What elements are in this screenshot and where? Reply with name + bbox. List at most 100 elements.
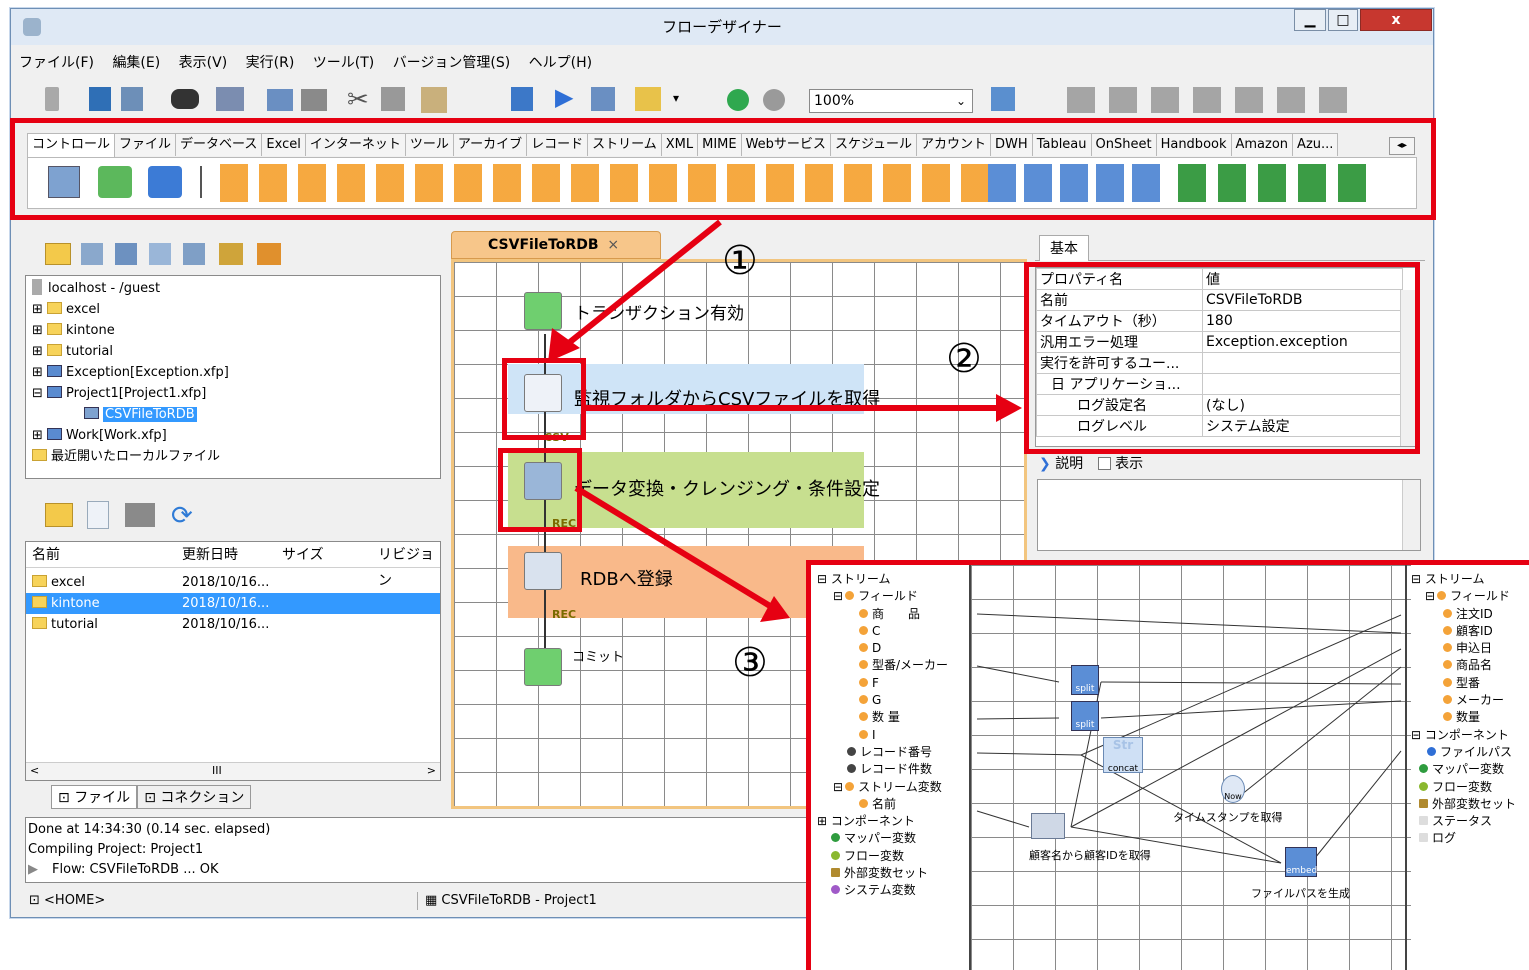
lookup-function[interactable] xyxy=(1031,813,1065,839)
mapper-left-tree: ⊟ ストリーム ⊟ フィールド 商 品 C D 型番/メーカー F G 数 量 I… xyxy=(817,571,969,900)
node-label: 商品名 xyxy=(1456,658,1493,673)
left-field[interactable]: F xyxy=(817,675,969,692)
node-label: 申込日 xyxy=(1456,641,1493,656)
right-field[interactable]: 数量 xyxy=(1411,709,1529,726)
field-dot-icon xyxy=(1437,591,1447,601)
left-node-stream[interactable]: ⊟ ストリーム xyxy=(817,571,969,588)
var-icon xyxy=(1419,764,1428,774)
right-node-fields[interactable]: ⊟ フィールド xyxy=(1411,588,1529,605)
arrow-1 xyxy=(558,219,722,353)
node-label: システム変数 xyxy=(844,883,916,898)
right-field[interactable]: 注文ID xyxy=(1411,606,1529,623)
node-label: 注文ID xyxy=(1456,606,1493,621)
function-caption: 顧客名から顧客IDを取得 xyxy=(1029,849,1151,862)
field-dot-icon xyxy=(847,764,856,774)
field-dot-icon xyxy=(859,608,868,618)
node-label: 外部変数セット xyxy=(1432,796,1517,811)
left-node-fields[interactable]: ⊟ フィールド xyxy=(817,588,969,605)
node-label: 外部変数セット xyxy=(844,866,929,881)
node-label: レコード番号 xyxy=(860,744,933,759)
arrow-1-head xyxy=(548,328,580,362)
right-node[interactable]: ステータス xyxy=(1411,813,1529,830)
split-function-1[interactable]: split xyxy=(1071,665,1099,695)
arrow-2-head xyxy=(996,394,1022,422)
left-field[interactable]: I xyxy=(817,727,969,744)
node-label: フロー変数 xyxy=(844,848,905,863)
function-label: concat xyxy=(1107,764,1139,774)
var-icon xyxy=(1419,781,1428,791)
left-node-stream-vars[interactable]: ⊟ ストリーム変数 xyxy=(817,779,969,796)
concat-function[interactable]: Str concat xyxy=(1103,737,1143,774)
left-field[interactable]: 名前 xyxy=(817,796,969,813)
left-node[interactable]: 外部変数セット xyxy=(817,865,969,882)
node-label: 数量 xyxy=(1456,710,1481,725)
split-function-2[interactable]: split xyxy=(1071,701,1099,731)
node-label: マッパー変数 xyxy=(844,831,917,846)
node-label: G xyxy=(872,693,882,708)
field-dot-icon xyxy=(847,746,856,756)
right-field[interactable]: 型番 xyxy=(1411,675,1529,692)
field-dot-icon xyxy=(859,643,868,653)
field-dot-icon xyxy=(859,625,868,635)
right-node[interactable]: フロー変数 xyxy=(1411,779,1529,796)
left-node[interactable]: マッパー変数 xyxy=(817,830,969,847)
left-field[interactable]: 数 量 xyxy=(817,709,969,726)
var-icon xyxy=(831,885,840,895)
mapper-inset: ⊟ ストリーム ⊟ フィールド 商 品 C D 型番/メーカー F G 数 量 I… xyxy=(806,560,1529,970)
node-label: 数 量 xyxy=(872,710,900,725)
node-label: C xyxy=(872,623,881,638)
annotation-number-2: ② xyxy=(946,336,982,382)
field-dot-icon xyxy=(1443,677,1452,687)
right-node[interactable]: ログ xyxy=(1411,830,1529,847)
right-field[interactable]: 商品名 xyxy=(1411,657,1529,674)
function-label: split xyxy=(1075,720,1095,730)
right-node[interactable]: マッパー変数 xyxy=(1411,761,1529,778)
left-field[interactable]: D xyxy=(817,640,969,657)
node-label: 型番 xyxy=(1456,675,1481,690)
node-label: ログ xyxy=(1432,831,1457,846)
mapping-lines xyxy=(976,613,1402,864)
right-field[interactable]: 申込日 xyxy=(1411,640,1529,657)
var-icon xyxy=(1419,798,1428,808)
node-label: コンポーネント xyxy=(830,814,915,829)
right-node[interactable]: 外部変数セット xyxy=(1411,796,1529,813)
node-label: ストリーム xyxy=(830,572,891,586)
function-label: embed xyxy=(1286,866,1318,876)
left-node[interactable]: フロー変数 xyxy=(817,848,969,865)
field-dot-icon xyxy=(845,591,855,601)
right-field[interactable]: 顧客ID xyxy=(1411,623,1529,640)
node-label: フィールド xyxy=(1450,589,1510,604)
field-dot-icon xyxy=(859,695,868,705)
node-label: 顧客ID xyxy=(1456,623,1493,638)
right-field[interactable]: ファイルパス xyxy=(1411,744,1529,761)
field-dot-icon xyxy=(1443,625,1452,635)
embed-function[interactable]: embed xyxy=(1285,847,1317,877)
left-node[interactable]: システム変数 xyxy=(817,882,969,899)
mapper-right-tree: ⊟ ストリーム ⊟ フィールド 注文ID 顧客ID 申込日 商品名 型番 メーカー… xyxy=(1411,571,1529,848)
right-node-component[interactable]: ⊟ コンポーネント xyxy=(1411,727,1529,744)
field-dot-icon xyxy=(859,677,868,687)
left-field[interactable]: 型番/メーカー xyxy=(817,657,969,674)
left-field[interactable]: 商 品 xyxy=(817,606,969,623)
now-function[interactable]: Now xyxy=(1221,775,1245,803)
left-field[interactable]: G xyxy=(817,692,969,709)
field-dot-icon xyxy=(859,660,868,670)
field-dot-icon xyxy=(1427,746,1436,756)
left-field[interactable]: レコード件数 xyxy=(817,761,969,778)
left-field[interactable]: レコード番号 xyxy=(817,744,969,761)
var-icon xyxy=(831,868,840,878)
field-dot-icon xyxy=(845,781,855,791)
field-dot-icon xyxy=(1443,660,1452,670)
node-label: ファイルパス xyxy=(1440,744,1513,759)
node-label: メーカー xyxy=(1456,693,1505,708)
var-icon xyxy=(831,833,840,843)
right-node-stream[interactable]: ⊟ ストリーム xyxy=(1411,571,1529,588)
doc-icon xyxy=(1419,833,1428,843)
node-label: F xyxy=(872,675,879,690)
left-field[interactable]: C xyxy=(817,623,969,640)
node-label: ストリーム変数 xyxy=(858,779,942,794)
field-dot-icon xyxy=(1443,695,1452,705)
right-field[interactable]: メーカー xyxy=(1411,692,1529,709)
left-node-component[interactable]: ⊞ コンポーネント xyxy=(817,813,969,830)
field-dot-icon xyxy=(1443,712,1452,722)
